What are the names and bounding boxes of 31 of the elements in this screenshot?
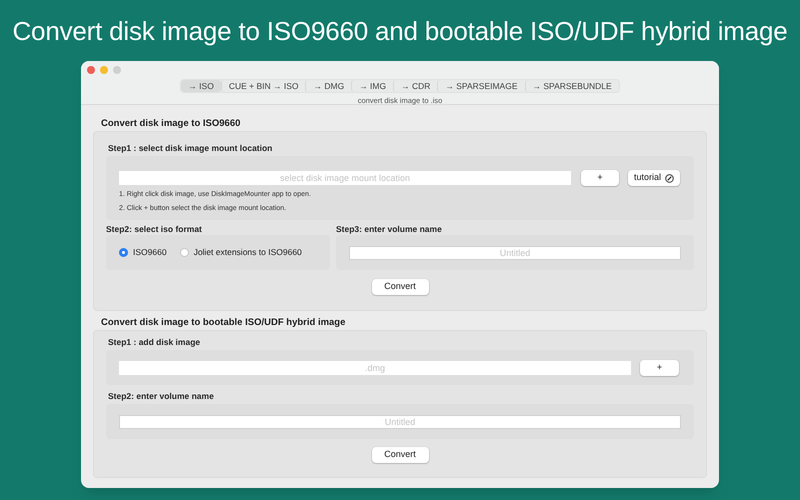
zoom-icon[interactable]	[113, 66, 121, 74]
close-icon[interactable]	[87, 66, 95, 74]
convert-button[interactable]: Convert	[372, 279, 428, 295]
add-button[interactable]: +	[581, 170, 619, 186]
disk-image-field[interactable]: .dmg	[119, 360, 631, 374]
tab[interactable]: → SPARSEBUNDLE	[524, 80, 619, 92]
tab[interactable]: → SPARSEIMAGE	[437, 80, 524, 92]
step-label: Step1 : select disk image mount location	[107, 142, 274, 154]
add-button[interactable]: +	[640, 360, 679, 376]
radio-icon[interactable]	[119, 248, 128, 257]
tab[interactable]: → IMG	[351, 80, 394, 92]
step-label: Step3: enter volume name	[336, 223, 443, 235]
tab[interactable]: → CDR	[393, 80, 438, 92]
tab[interactable]: → DMG	[305, 80, 352, 92]
mount-location-field[interactable]: select disk image mount location	[119, 171, 571, 185]
section-title: Convert disk image to bootable ISO/UDF hybrid image	[100, 317, 346, 329]
section-title: Convert disk image to ISO9660	[100, 118, 242, 130]
tab[interactable]: CUE + BIN → ISO	[220, 80, 306, 92]
step-label: Step2: select iso format	[106, 223, 203, 235]
step-label: Step2: enter volume name	[107, 390, 215, 402]
tab[interactable]: → ISO	[181, 80, 221, 92]
tutorial-button[interactable]: tutorial	[628, 170, 680, 186]
volume-name-field[interactable]: Untitled	[349, 246, 681, 260]
volume-name-field[interactable]: Untitled	[119, 414, 681, 428]
radio-option[interactable]: Joliet extensions to ISO9660	[180, 246, 302, 259]
minimize-icon[interactable]	[100, 66, 108, 74]
headline: Convert disk image to ISO9660 and bootable ISO/UDF hybrid image	[12, 15, 788, 48]
convert-button[interactable]: Convert	[372, 447, 428, 463]
radio-option[interactable]: ISO9660	[119, 246, 167, 259]
step-label: Step1 : add disk image	[107, 336, 202, 348]
radio-icon[interactable]	[180, 248, 189, 257]
